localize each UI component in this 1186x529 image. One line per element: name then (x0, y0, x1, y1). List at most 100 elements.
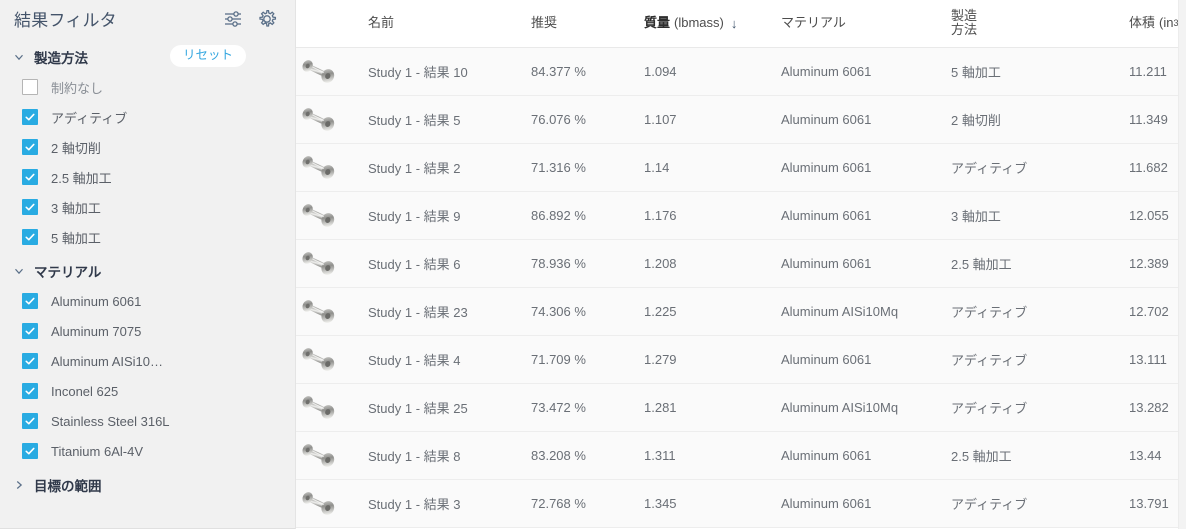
filter-group-target-range-header[interactable]: 目標の範囲 (0, 470, 295, 500)
cell-name: Study 1 - 結果 6 (368, 239, 531, 288)
checkbox-checked-icon[interactable] (22, 199, 38, 215)
filter-option-label: 制約なし (51, 80, 104, 96)
filter-option-label: Inconel 625 (51, 383, 119, 399)
cell-thumbnail[interactable] (296, 143, 368, 192)
part-thumbnail[interactable] (296, 438, 340, 472)
checkbox-checked-icon[interactable] (22, 383, 38, 399)
checkbox-checked-icon[interactable] (22, 139, 38, 155)
filter-option-no-constraint[interactable]: 制約なし (0, 72, 295, 102)
checkbox-checked-icon[interactable] (22, 443, 38, 459)
column-header-recommendation[interactable]: 推奨 (531, 0, 644, 48)
cell-process: アディティブ (951, 143, 1129, 192)
results-table: 名前 推奨 質量 (lbmass) ↓ マテリアル 製造 方法 体積 (in 3… (296, 0, 1186, 528)
column-header-label: 体積 (1129, 15, 1156, 31)
checkbox-checked-icon[interactable] (22, 169, 38, 185)
cell-thumbnail[interactable] (296, 479, 368, 528)
part-thumbnail[interactable] (296, 54, 340, 88)
cell-process: アディティブ (951, 335, 1129, 384)
column-header-material[interactable]: マテリアル (781, 0, 951, 48)
cell-thumbnail[interactable] (296, 383, 368, 432)
table-row[interactable]: Study 1 - 結果 9 86.892 % 1.176 Aluminum 6061… (296, 191, 1186, 240)
results-table-header: 名前 推奨 質量 (lbmass) ↓ マテリアル 製造 方法 体積 (in 3 (296, 0, 1186, 48)
column-header-label: 質量 (644, 15, 671, 31)
cell-recommendation: 78.936 % (531, 239, 644, 288)
table-row[interactable]: Study 1 - 結果 3 72.768 % 1.345 Aluminum 6061… (296, 479, 1186, 528)
filter-option-inconel-625[interactable]: Inconel 625 (0, 376, 295, 406)
table-row[interactable]: Study 1 - 結果 5 76.076 % 1.107 Aluminum 6061… (296, 95, 1186, 144)
filter-group-manufacturing-header[interactable]: 製造方法 リセット (0, 42, 295, 72)
column-header-thumbnail (296, 0, 368, 48)
filter-option-5-axis-milling[interactable]: 5 軸加工 (0, 222, 295, 252)
sort-descending-icon[interactable]: ↓ (731, 17, 738, 30)
filter-option-3-axis-milling[interactable]: 3 軸加工 (0, 192, 295, 222)
cell-thumbnail[interactable] (296, 287, 368, 336)
column-header-name[interactable]: 名前 (368, 0, 531, 48)
table-row[interactable]: Study 1 - 結果 25 73.472 % 1.281 Aluminum AIS… (296, 383, 1186, 432)
filter-group-label: マテリアル (34, 265, 102, 280)
filter-option-aluminum-alsi10mg[interactable]: Aluminum AISi10… (0, 346, 295, 376)
column-header-label: マテリアル (781, 15, 846, 31)
part-thumbnail[interactable] (296, 246, 340, 280)
checkbox-checked-icon[interactable] (22, 293, 38, 309)
table-row[interactable]: Study 1 - 結果 4 71.709 % 1.279 Aluminum 6061… (296, 335, 1186, 384)
filter-option-titanium-6al-4v[interactable]: Titanium 6Al-4V (0, 436, 295, 466)
column-header-label: 推奨 (531, 15, 558, 31)
filter-group-manufacturing: 製造方法 リセット 制約なし アディティブ 2 軸切削 2.5 軸加工 3 軸加… (0, 42, 295, 252)
checkbox-unchecked-icon[interactable] (22, 79, 38, 95)
cell-mass: 1.107 (644, 95, 781, 144)
cell-recommendation: 74.306 % (531, 287, 644, 336)
part-thumbnail[interactable] (296, 198, 340, 232)
cell-recommendation: 72.768 % (531, 479, 644, 528)
cell-name: Study 1 - 結果 2 (368, 143, 531, 192)
filter-option-label: Aluminum 7075 (51, 323, 142, 339)
column-header-label: 製造 (951, 7, 978, 23)
cell-thumbnail[interactable] (296, 47, 368, 96)
filter-group-target-range: 目標の範囲 (0, 470, 295, 500)
cell-thumbnail[interactable] (296, 335, 368, 384)
cell-process: 2 軸切削 (951, 95, 1129, 144)
filter-option-label: Aluminum AISi10… (51, 353, 163, 369)
cell-thumbnail[interactable] (296, 239, 368, 288)
filter-option-2-5-axis-milling[interactable]: 2.5 軸加工 (0, 162, 295, 192)
table-row[interactable]: Study 1 - 結果 2 71.316 % 1.14 Aluminum 6061 ア… (296, 143, 1186, 192)
table-row[interactable]: Study 1 - 結果 23 74.306 % 1.225 Aluminum AIS… (296, 287, 1186, 336)
cell-mass: 1.176 (644, 191, 781, 240)
filter-option-label: 2 軸切削 (51, 140, 101, 156)
part-thumbnail[interactable] (296, 390, 340, 424)
filter-option-stainless-steel-316l[interactable]: Stainless Steel 316L (0, 406, 295, 436)
cell-name: Study 1 - 結果 5 (368, 95, 531, 144)
column-header-mass[interactable]: 質量 (lbmass) ↓ (644, 0, 781, 48)
gear-icon[interactable] (257, 9, 277, 29)
reset-button[interactable]: リセット (170, 45, 247, 67)
filter-group-material-header[interactable]: マテリアル (0, 256, 295, 286)
cell-mass: 1.225 (644, 287, 781, 336)
checkbox-checked-icon[interactable] (22, 413, 38, 429)
checkbox-checked-icon[interactable] (22, 229, 38, 245)
filter-option-label: 5 軸加工 (51, 230, 101, 246)
vertical-scrollbar[interactable] (1178, 0, 1186, 529)
cell-thumbnail[interactable] (296, 431, 368, 480)
cell-name: Study 1 - 結果 3 (368, 479, 531, 528)
table-row[interactable]: Study 1 - 結果 10 84.377 % 1.094 Aluminum 606… (296, 47, 1186, 96)
checkbox-checked-icon[interactable] (22, 353, 38, 369)
filter-sliders-icon[interactable] (223, 9, 243, 29)
table-row[interactable]: Study 1 - 結果 6 78.936 % 1.208 Aluminum 6061… (296, 239, 1186, 288)
cell-thumbnail[interactable] (296, 191, 368, 240)
filter-option-aluminum-6061[interactable]: Aluminum 6061 (0, 286, 295, 316)
filter-option-2-axis-cutting[interactable]: 2 軸切削 (0, 132, 295, 162)
table-row[interactable]: Study 1 - 結果 8 83.208 % 1.311 Aluminum 6061… (296, 431, 1186, 480)
checkbox-checked-icon[interactable] (22, 323, 38, 339)
part-thumbnail[interactable] (296, 102, 340, 136)
cell-thumbnail[interactable] (296, 95, 368, 144)
cell-mass: 1.094 (644, 47, 781, 96)
filter-option-aluminum-7075[interactable]: Aluminum 7075 (0, 316, 295, 346)
filter-group-label: 目標の範囲 (34, 479, 102, 494)
checkbox-checked-icon[interactable] (22, 109, 38, 125)
part-thumbnail[interactable] (296, 486, 340, 520)
filter-option-additive[interactable]: アディティブ (0, 102, 295, 132)
column-header-process[interactable]: 製造 方法 (951, 0, 1129, 48)
part-thumbnail[interactable] (296, 294, 340, 328)
part-thumbnail[interactable] (296, 150, 340, 184)
part-thumbnail[interactable] (296, 342, 340, 376)
sidebar-header-icons (223, 9, 281, 29)
